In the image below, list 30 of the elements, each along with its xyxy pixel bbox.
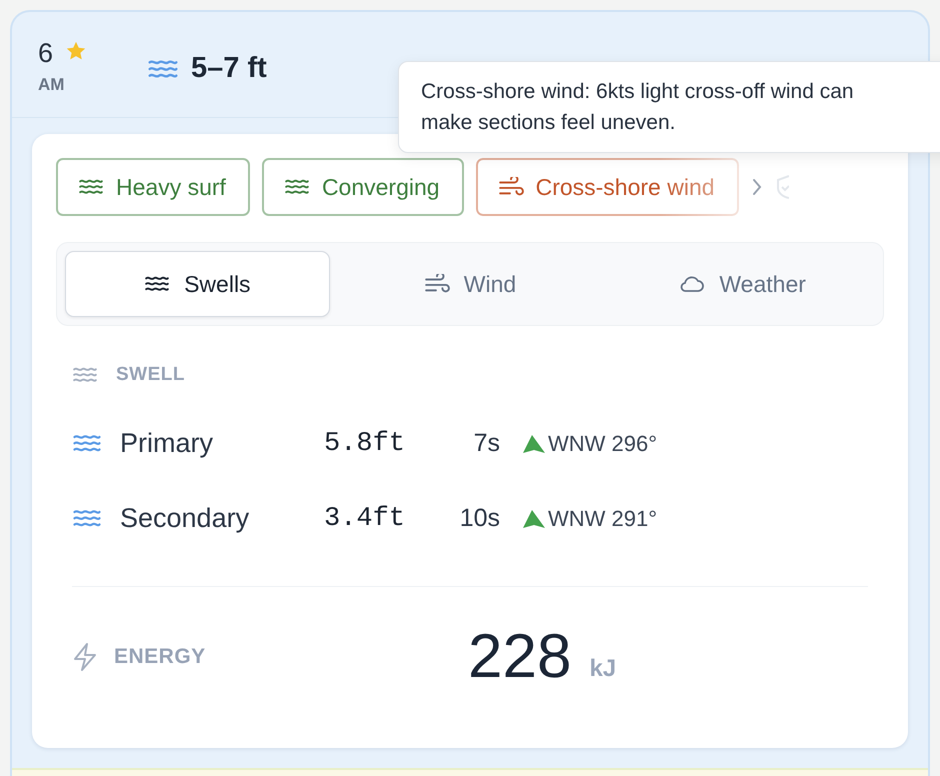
energy-value: 228 — [468, 621, 572, 692]
wave-height: 5–7 ft — [191, 52, 267, 85]
swell-direction: WNW 296° — [548, 430, 658, 456]
swell-period: 10s — [458, 504, 500, 533]
swell-height: 3.4ft — [324, 504, 406, 534]
energy-label: ENERGY — [114, 644, 207, 668]
hour: 6 — [38, 40, 54, 67]
chevron-right-icon[interactable] — [750, 177, 763, 197]
cloud-icon — [679, 275, 706, 293]
swell-name: Primary — [120, 428, 214, 459]
period: AM — [38, 75, 66, 95]
lightning-icon — [72, 642, 98, 672]
condition-chip[interactable]: Cross-shore wind — [476, 158, 739, 216]
swell-height: 5.8ft — [324, 428, 406, 458]
energy-unit: kJ — [589, 654, 616, 682]
swell-name: Secondary — [120, 503, 250, 534]
tab[interactable]: Wind — [338, 251, 602, 317]
direction-arrow-icon — [522, 508, 546, 528]
section-title: SWELL — [116, 364, 185, 386]
tab[interactable]: Weather — [610, 251, 875, 317]
wind-icon — [498, 176, 524, 198]
swell-period: 7s — [472, 429, 500, 458]
condition-chip[interactable]: Heavy surf — [56, 158, 250, 216]
tab[interactable]: Swells — [65, 251, 330, 317]
swell-direction: WNW 291° — [548, 506, 658, 532]
tooltip-text: Cross-shore wind: 6kts light cross-off wind can make sections feel uneven. — [421, 79, 855, 136]
condition-chip[interactable]: Converging — [262, 158, 464, 216]
shield-icon — [774, 174, 789, 200]
wind-icon — [424, 274, 450, 294]
direction-arrow-icon — [522, 434, 546, 454]
